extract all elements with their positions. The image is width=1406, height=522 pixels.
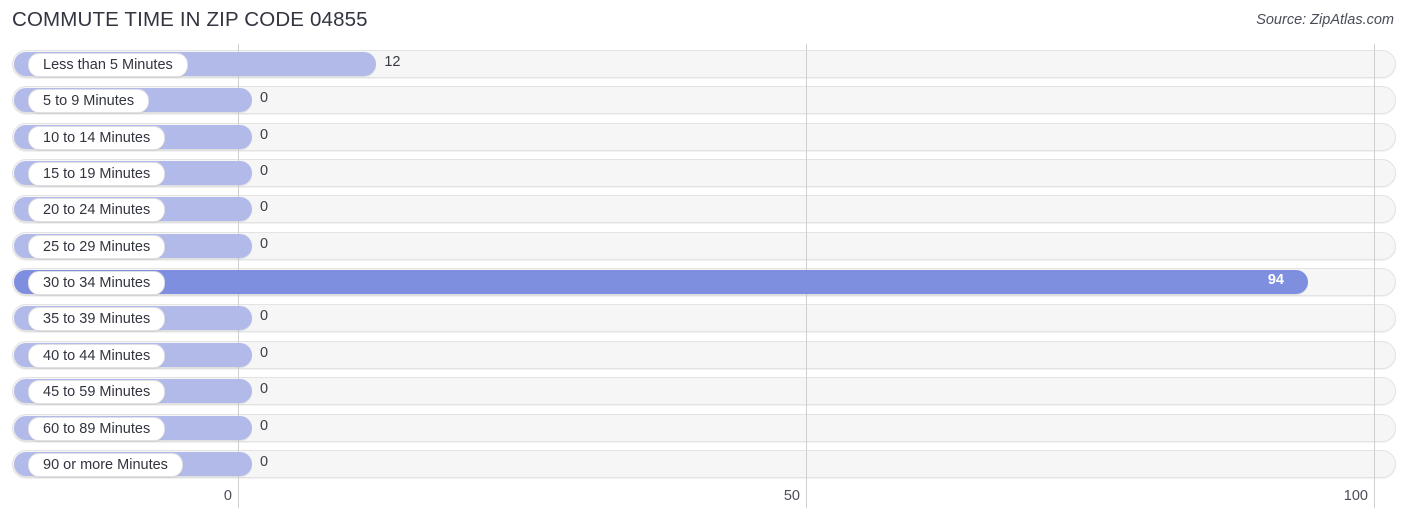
bar-value-label: 0 — [260, 199, 269, 216]
source-attribution: Source: ZipAtlas.com — [1256, 12, 1394, 28]
gridline-100 — [1374, 44, 1375, 484]
page-title: COMMUTE TIME IN ZIP CODE 04855 — [12, 8, 368, 31]
category-label-pill[interactable]: 90 or more Minutes — [28, 452, 183, 477]
bar-row[interactable]: 40 to 44 Minutes 0 — [12, 340, 1396, 369]
bar-value-label-inside: 94 — [1267, 272, 1284, 289]
bar-value-label: 0 — [260, 308, 269, 325]
bar-value-label: 0 — [260, 381, 269, 398]
bar-row[interactable]: 30 to 34 Minutes 94 — [12, 268, 1396, 297]
axis-tick-label: 0 — [223, 488, 232, 504]
bar-value-label: 0 — [260, 235, 269, 252]
category-label-pill[interactable]: 35 to 39 Minutes — [28, 307, 166, 332]
bar-row[interactable]: 35 to 39 Minutes 0 — [12, 304, 1396, 333]
bar-value-label: 0 — [260, 126, 269, 143]
bar-row[interactable]: 5 to 9 Minutes 0 — [12, 86, 1396, 115]
bar-row[interactable]: Less than 5 Minutes 12 — [12, 50, 1396, 78]
category-label-pill[interactable]: 10 to 14 Minutes — [28, 125, 166, 150]
bar-row[interactable]: 90 or more Minutes 0 — [12, 449, 1396, 478]
axis-tick-line — [806, 484, 807, 508]
bar-value-label: 0 — [260, 90, 269, 107]
bar-value-label: 12 — [384, 54, 401, 70]
category-label-pill[interactable]: 15 to 19 Minutes — [28, 162, 166, 187]
category-label-pill[interactable]: 5 to 9 Minutes — [28, 89, 150, 114]
x-axis: 0 50 100 — [0, 484, 1406, 522]
category-label-pill[interactable]: 30 to 34 Minutes — [28, 271, 166, 296]
bar-value-label: 0 — [260, 344, 269, 361]
gridline-50 — [806, 44, 807, 484]
category-label-pill[interactable]: Less than 5 Minutes — [28, 53, 188, 77]
bar-value-label: 0 — [260, 417, 269, 434]
bar-value-label: 0 — [260, 453, 269, 470]
chart-plot-area: Less than 5 Minutes 12 5 to 9 Minutes 0 10 t… — [0, 44, 1406, 484]
category-label-pill[interactable]: 60 to 89 Minutes — [28, 416, 166, 441]
bar-row[interactable]: 20 to 24 Minutes 0 — [12, 195, 1396, 224]
category-label-pill[interactable]: 20 to 24 Minutes — [28, 198, 166, 223]
axis-tick-line — [238, 484, 239, 508]
bar-row[interactable]: 15 to 19 Minutes 0 — [12, 159, 1396, 188]
axis-tick-label: 100 — [1343, 488, 1368, 504]
bar-row[interactable]: 25 to 29 Minutes 0 — [12, 231, 1396, 260]
category-label-pill[interactable]: 45 to 59 Minutes — [28, 380, 166, 405]
chart-header: COMMUTE TIME IN ZIP CODE 04855 Source: Z… — [0, 0, 1406, 44]
bar-fill-highlighted — [14, 270, 1308, 295]
category-label-pill[interactable]: 40 to 44 Minutes — [28, 343, 166, 368]
bar-row[interactable]: 45 to 59 Minutes 0 — [12, 377, 1396, 406]
bar-value-label: 0 — [260, 163, 269, 180]
bar-row[interactable]: 60 to 89 Minutes 0 — [12, 413, 1396, 442]
bar-row[interactable]: 10 to 14 Minutes 0 — [12, 122, 1396, 151]
axis-tick-line — [1374, 484, 1375, 508]
category-label-pill[interactable]: 25 to 29 Minutes — [28, 234, 166, 259]
axis-tick-label: 50 — [783, 488, 800, 504]
